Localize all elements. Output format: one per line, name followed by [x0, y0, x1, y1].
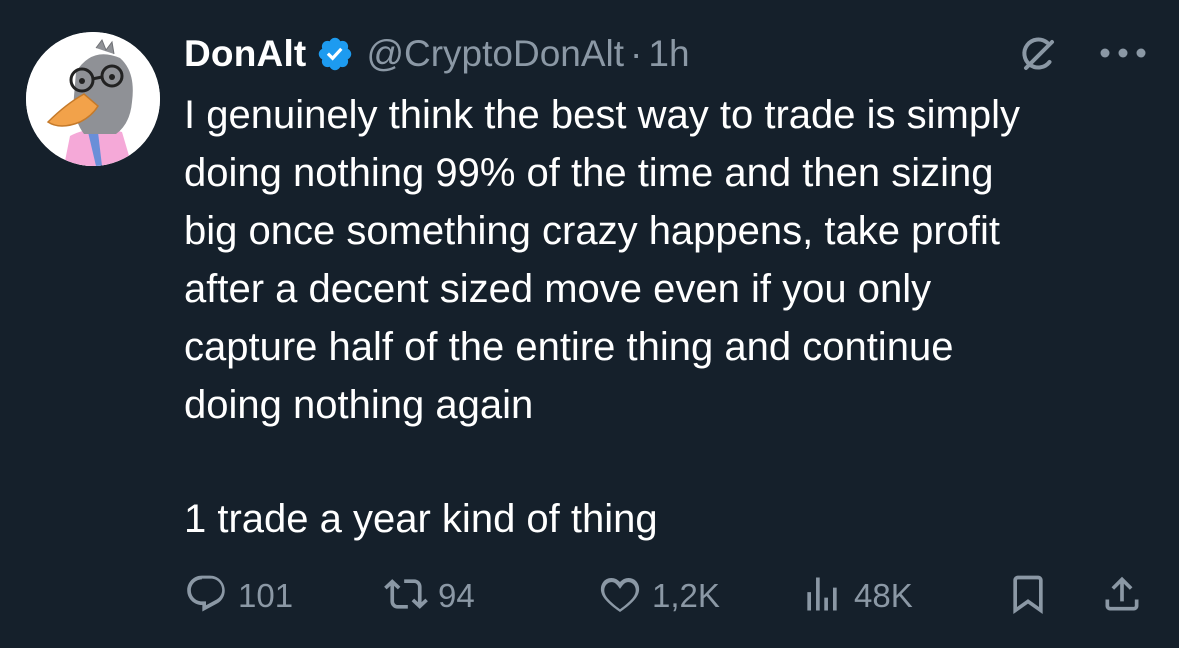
- views-count: 48K: [854, 577, 913, 614]
- reply-count: 101: [238, 577, 294, 614]
- tweet-text-last-line: 1 trade a year kind of thing: [184, 497, 658, 541]
- more-icon[interactable]: [1096, 30, 1150, 76]
- repost-count: 94: [438, 577, 475, 614]
- bookmark-button[interactable]: [1006, 566, 1050, 626]
- avatar[interactable]: [26, 32, 160, 166]
- action-bar: 101 94 1,2K 48K: [184, 566, 1149, 626]
- repost-icon: [384, 572, 428, 621]
- timestamp[interactable]: 1h: [648, 33, 689, 75]
- reply-button[interactable]: 101: [184, 566, 293, 626]
- share-button[interactable]: [1100, 566, 1144, 626]
- author-name[interactable]: DonAlt: [184, 33, 306, 75]
- like-icon: [598, 572, 642, 621]
- share-icon: [1100, 572, 1144, 621]
- author-handle[interactable]: @CryptoDonAlt: [366, 33, 624, 75]
- bookmark-icon: [1006, 572, 1050, 621]
- like-button[interactable]: 1,2K: [598, 566, 720, 626]
- separator-dot: ·: [630, 33, 643, 74]
- like-count: 1,2K: [652, 577, 720, 614]
- tweet-text: I genuinely think the best way to trade …: [184, 93, 1020, 427]
- verified-badge-icon: [316, 35, 354, 73]
- views-button[interactable]: 48K: [800, 566, 913, 626]
- grok-icon[interactable]: [1015, 29, 1063, 77]
- reply-icon: [184, 572, 228, 621]
- views-icon: [800, 572, 844, 621]
- repost-button[interactable]: 94: [384, 566, 475, 626]
- tweet-header: DonAlt @CryptoDonAlt · 1h: [184, 28, 690, 80]
- duck-avatar-image: [26, 32, 160, 166]
